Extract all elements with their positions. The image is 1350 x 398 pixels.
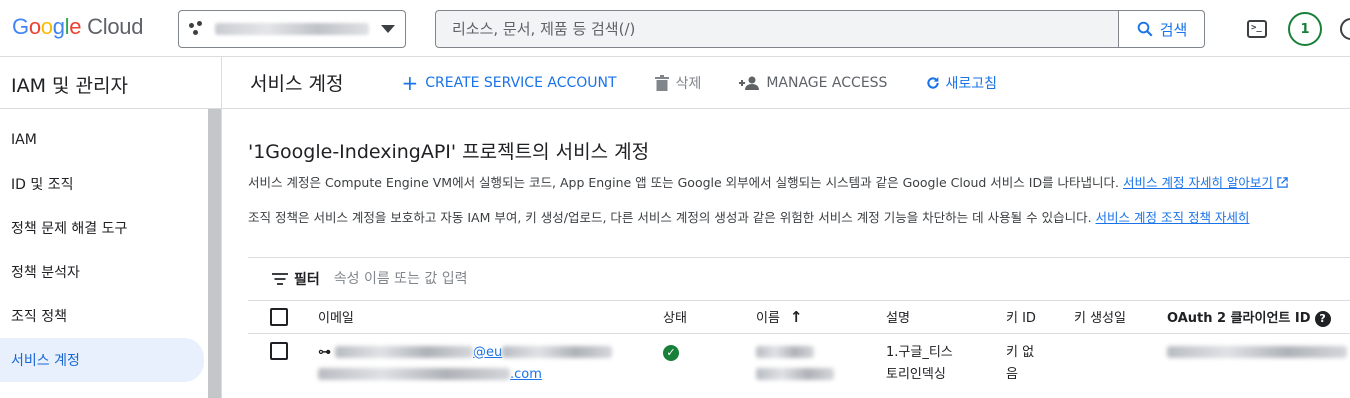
sidebar-item-label: 조직 정책 bbox=[11, 309, 67, 325]
sidebar-scrollbar[interactable] bbox=[208, 109, 221, 398]
help-icon[interactable] bbox=[1340, 18, 1350, 40]
sidebar-item-label: ID 및 조직 bbox=[11, 177, 74, 193]
key-id-line: 키 없 bbox=[1006, 344, 1035, 360]
google-cloud-logo[interactable]: Google Cloud bbox=[12, 14, 143, 40]
delete-button[interactable]: 삭제 bbox=[654, 73, 702, 93]
column-name-label: 이름 bbox=[756, 311, 780, 327]
redacted-text bbox=[1167, 346, 1347, 358]
project-name-redacted bbox=[215, 23, 369, 35]
key-id-line: 음 bbox=[1006, 366, 1018, 382]
delete-label: 삭제 bbox=[675, 75, 702, 92]
description-line: 1.구글_티스 bbox=[886, 344, 953, 360]
sidebar-item-label: 서비스 계정 bbox=[11, 353, 80, 369]
create-service-account-button[interactable]: + CREATE SERVICE ACCOUNT bbox=[401, 73, 616, 93]
sort-ascending-icon: ↑ bbox=[789, 308, 803, 327]
column-status[interactable]: 상태 bbox=[663, 301, 756, 334]
column-name[interactable]: 이름 ↑ bbox=[756, 301, 886, 334]
search-button-label: 검색 bbox=[1159, 20, 1188, 39]
sidebar-title: IAM 및 관리자 bbox=[0, 57, 221, 109]
key-created-cell bbox=[1074, 333, 1167, 389]
description-service-accounts: 서비스 계정은 Compute Engine VM에서 실행되는 코드, App… bbox=[248, 172, 1288, 191]
column-key-created[interactable]: 키 생성일 bbox=[1074, 301, 1167, 334]
redacted-text bbox=[335, 346, 473, 358]
service-accounts-table: 이메일 상태 이름 ↑ 설명 키 ID 키 생성일 OAuth 2 클라이언트 I… bbox=[248, 301, 1350, 389]
person-add-icon bbox=[739, 76, 760, 90]
search-bar: 검색 bbox=[435, 10, 1205, 48]
learn-more-link[interactable]: 서비스 계정 자세히 알아보기 bbox=[1123, 175, 1273, 190]
redacted-text bbox=[502, 346, 613, 358]
row-select-cell bbox=[248, 333, 318, 389]
trash-icon bbox=[654, 74, 669, 91]
search-input[interactable] bbox=[436, 11, 1118, 47]
sidebar-item-label: 정책 분석자 bbox=[11, 265, 80, 281]
plus-icon: + bbox=[401, 70, 419, 95]
section-heading: '1Google-IndexingAPI' 프로젝트의 서비스 계정 bbox=[248, 141, 650, 163]
email-text: @eu bbox=[473, 344, 503, 360]
description-cell: 1.구글_티스 토리인덱싱 bbox=[886, 333, 1006, 389]
redacted-text bbox=[756, 346, 814, 358]
filter-bar: 필터 bbox=[248, 257, 1350, 301]
column-description[interactable]: 설명 bbox=[886, 301, 1006, 334]
manage-access-button[interactable]: MANAGE ACCESS bbox=[739, 75, 887, 91]
service-account-email-link[interactable]: @eu bbox=[335, 344, 613, 360]
sidebar-item-policy-troubleshooter[interactable]: 정책 문제 해결 도구 bbox=[0, 206, 204, 250]
page-title: 서비스 계정 bbox=[250, 73, 344, 95]
email-cell: ⊶ @eu .com bbox=[318, 333, 663, 389]
select-all-checkbox[interactable] bbox=[270, 307, 288, 326]
search-icon bbox=[1137, 21, 1153, 37]
refresh-button[interactable]: 새로고침 bbox=[925, 73, 997, 93]
filter-label: 필터 bbox=[294, 272, 320, 288]
redacted-text bbox=[756, 368, 834, 380]
name-cell bbox=[756, 333, 886, 389]
filter-icon[interactable] bbox=[272, 273, 288, 285]
description-line: 토리인덱싱 bbox=[886, 366, 946, 382]
oauth-cell bbox=[1167, 333, 1350, 389]
page-toolbar: 서비스 계정 + CREATE SERVICE ACCOUNT 삭제 MANAG… bbox=[222, 57, 1350, 109]
notification-count: 1 bbox=[1300, 21, 1310, 37]
column-oauth-client-id[interactable]: OAuth 2 클라이언트 ID? bbox=[1167, 301, 1350, 334]
table-header-row: 이메일 상태 이름 ↑ 설명 키 ID 키 생성일 OAuth 2 클라이언트 I… bbox=[248, 301, 1350, 334]
description-org-policies: 조직 정책은 서비스 계정을 보호하고 자동 IAM 부여, 키 생성/업로드,… bbox=[248, 207, 1249, 226]
description-text: 조직 정책은 서비스 계정을 보호하고 자동 IAM 부여, 키 생성/업로드,… bbox=[248, 210, 1096, 225]
sidebar-item-policy-analyzer[interactable]: 정책 분석자 bbox=[0, 250, 204, 294]
caret-down-icon bbox=[381, 25, 395, 33]
column-key-id[interactable]: 키 ID bbox=[1006, 301, 1074, 334]
description-text: 서비스 계정은 Compute Engine VM에서 실행되는 코드, App… bbox=[248, 175, 1124, 190]
email-text: .com bbox=[510, 366, 542, 382]
check-circle-icon: ✓ bbox=[663, 344, 679, 361]
external-link-icon[interactable] bbox=[1277, 177, 1288, 188]
row-checkbox[interactable] bbox=[270, 341, 288, 360]
table-row: ⊶ @eu .com ✓ 1.구글_티스 토리인덱싱 키 없 음 bbox=[248, 333, 1350, 389]
manage-access-label: MANAGE ACCESS bbox=[766, 74, 888, 91]
sidebar-item-label: IAM bbox=[11, 132, 37, 148]
key-id-cell: 키 없 음 bbox=[1006, 333, 1074, 389]
refresh-label: 새로고침 bbox=[945, 75, 997, 92]
column-oauth-label: OAuth 2 클라이언트 ID bbox=[1167, 311, 1311, 326]
status-cell: ✓ bbox=[663, 333, 756, 389]
search-button[interactable]: 검색 bbox=[1118, 11, 1204, 47]
org-policy-link[interactable]: 서비스 계정 조직 정책 자세히 bbox=[1096, 210, 1250, 225]
help-icon[interactable]: ? bbox=[1314, 310, 1331, 327]
service-account-icon: ⊶ bbox=[318, 344, 331, 360]
filter-input[interactable] bbox=[333, 271, 634, 287]
redacted-text bbox=[318, 368, 510, 380]
project-icon bbox=[189, 21, 205, 37]
sidebar-item-label: 정책 문제 해결 도구 bbox=[11, 221, 128, 237]
column-email[interactable]: 이메일 bbox=[318, 301, 663, 334]
sidebar-item-identity-organization[interactable]: ID 및 조직 bbox=[0, 162, 204, 206]
service-account-email-link-cont[interactable]: .com bbox=[318, 367, 542, 382]
refresh-icon bbox=[927, 76, 940, 89]
top-bar: GoogleCloud 검색 >_ 1 bbox=[0, 0, 1350, 57]
select-all-cell bbox=[248, 301, 318, 334]
project-picker[interactable] bbox=[178, 10, 406, 48]
sidebar-item-iam[interactable]: IAM bbox=[0, 118, 204, 162]
sidebar: IAM 및 관리자 IAM ID 및 조직 정책 문제 해결 도구 정책 분석자… bbox=[0, 57, 222, 398]
create-label: CREATE SERVICE ACCOUNT bbox=[425, 74, 617, 91]
cloud-shell-icon[interactable]: >_ bbox=[1247, 20, 1267, 38]
sidebar-item-org-policies[interactable]: 조직 정책 bbox=[0, 294, 204, 338]
notification-badge[interactable]: 1 bbox=[1288, 12, 1322, 46]
sidebar-item-service-accounts[interactable]: 서비스 계정 bbox=[0, 338, 204, 382]
